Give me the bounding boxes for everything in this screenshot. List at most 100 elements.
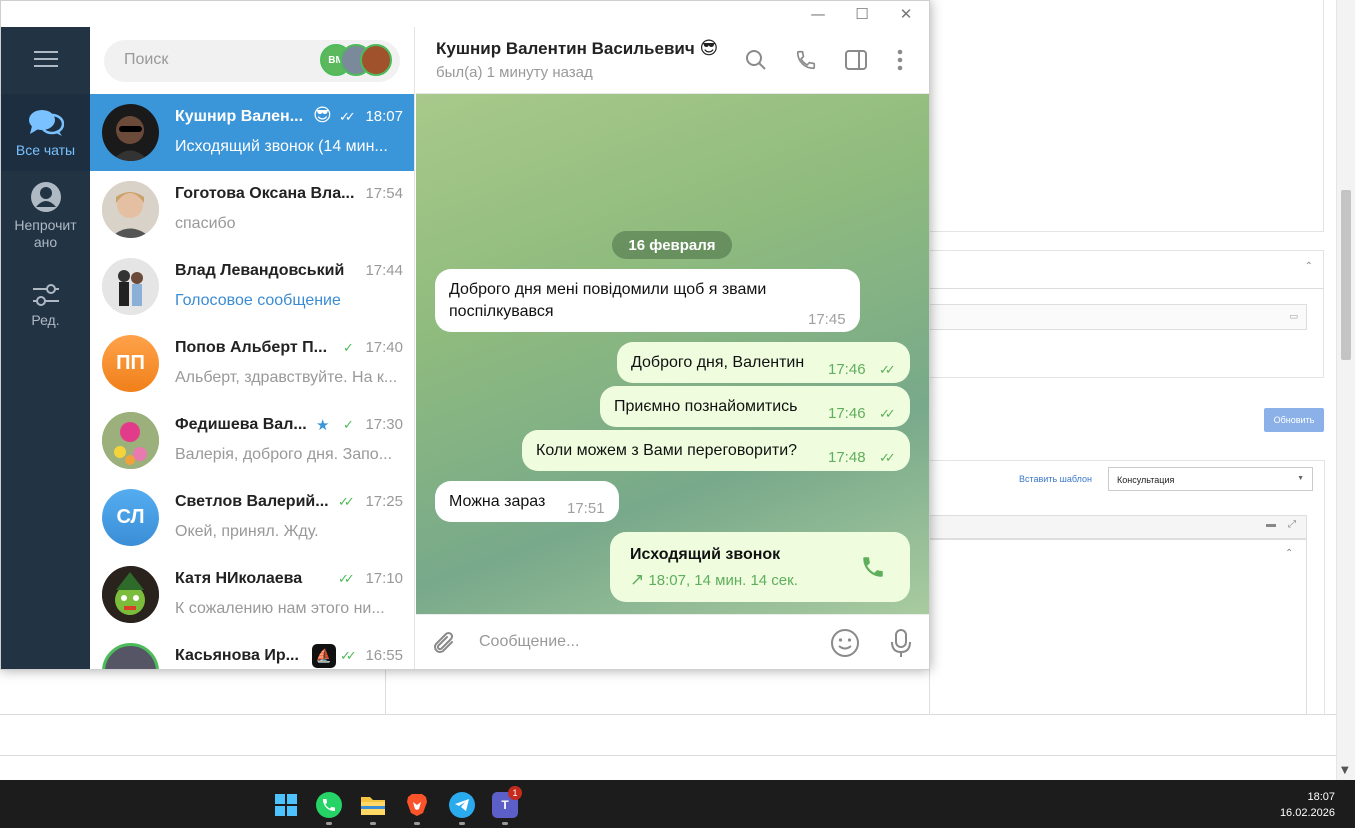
chat-preview: спасибо: [175, 215, 236, 232]
chat-item[interactable]: Гоготова Оксана Вла... 17:54 спасибо: [90, 171, 414, 248]
minimize-button[interactable]: —: [796, 2, 840, 26]
sidebar-toggle-button[interactable]: [843, 47, 869, 73]
call-message[interactable]: Исходящий звонок ↗ 18:07, 14 мин. 14 сек…: [610, 532, 910, 602]
message-time: 17:46: [828, 361, 866, 378]
system-clock[interactable]: 18:07 16.02.2026: [1280, 789, 1335, 821]
message-bubble-outgoing[interactable]: Доброго дня, Валентин 17:46 ✓✓: [617, 342, 910, 383]
search-button[interactable]: [743, 47, 769, 73]
folder-edit[interactable]: Ред.: [1, 282, 90, 342]
message-time: 17:46: [828, 405, 866, 422]
chat-header[interactable]: Кушнир Валентин Васильевич 😎 был(а) 1 ми…: [416, 27, 929, 94]
message-area[interactable]: 16 февраля Доброго дня мені повідомили щ…: [416, 94, 929, 614]
double-check-icon: ✓✓: [879, 451, 896, 466]
collapse-icon[interactable]: ⌃: [1285, 548, 1293, 559]
keyboard-icon[interactable]: ▬: [1266, 519, 1276, 530]
story-avatar[interactable]: [360, 44, 392, 76]
chat-item[interactable]: ПП Попов Альберт П... ✓ 17:40 Альберт, з…: [90, 325, 414, 402]
search-input[interactable]: Поиск ВМ: [104, 40, 400, 82]
smiley-icon: [831, 629, 859, 657]
taskbar: T 18:07 16.02.2026: [0, 780, 1355, 828]
chat-preview: Голосовое сообщение: [175, 292, 341, 309]
message-input[interactable]: Сообщение...: [479, 633, 579, 651]
template-select-value: Консультация: [1117, 475, 1175, 485]
stories-strip[interactable]: ВМ: [320, 44, 394, 78]
sliders-icon: [32, 284, 59, 306]
chat-title: Кушнир Валентин Васильевич 😎: [436, 38, 718, 59]
search-icon: [746, 50, 766, 70]
message-bubble-outgoing[interactable]: Коли можем з Вами переговорити? 17:48 ✓✓: [522, 430, 910, 471]
phone-icon: [863, 557, 883, 577]
avatar: [102, 643, 159, 669]
template-select[interactable]: Консультация ▼: [1108, 467, 1313, 491]
chat-preview: Валерія, доброго дня. Запо...: [175, 446, 393, 463]
call-detail: ↗ 18:07, 14 мин. 14 сек.: [630, 569, 798, 592]
brave-icon[interactable]: [404, 792, 430, 818]
page-scrollbar[interactable]: ▼: [1336, 0, 1355, 780]
maximize-button[interactable]: ☐: [840, 2, 884, 26]
chat-item[interactable]: Федишева Вал... ★ ✓ 17:30 Валерія, добро…: [90, 402, 414, 479]
close-button[interactable]: ✕: [884, 2, 928, 26]
sailboat-badge-icon: ⛵: [312, 644, 336, 668]
message-composer: Сообщение...: [416, 614, 929, 669]
whatsapp-icon[interactable]: [316, 792, 342, 818]
chat-status: был(а) 1 минуту назад: [436, 64, 593, 81]
insert-template-link[interactable]: Вставить шаблон: [1019, 474, 1092, 484]
check-icon: ✓: [343, 341, 354, 356]
message-text: Доброго дня мені повідомили щоб я звами …: [449, 281, 767, 320]
chat-item[interactable]: Касьянова Ир... ⛵ ✓✓ 16:55: [90, 633, 414, 669]
folder-label: Непрочит ано: [14, 217, 77, 250]
attach-button[interactable]: [432, 630, 458, 663]
scroll-down-icon[interactable]: ▼: [1341, 765, 1349, 776]
double-check-icon: ✓✓: [338, 495, 355, 510]
chat-name: Гоготова Оксана Вла...: [175, 185, 355, 202]
chat-name: Светлов Валерий...: [175, 493, 329, 510]
chat-item[interactable]: Кушнир Вален... 😎 ✓✓ 18:07 Исходящий зво…: [90, 94, 414, 171]
chat-preview: Альберт, здравствуйте. На к...: [175, 369, 398, 386]
more-vertical-icon: [897, 49, 903, 71]
menu-button[interactable]: [1, 27, 90, 94]
avatar: ПП: [102, 335, 159, 392]
folder-unread[interactable]: Непрочит ано: [1, 181, 90, 261]
message-bubble-incoming[interactable]: Доброго дня мені повідомили щоб я звами …: [435, 269, 860, 332]
chat-item[interactable]: Влад Левандовський 17:44 Голосовое сообщ…: [90, 248, 414, 325]
chat-list: Поиск ВМ Кушнир Вален... 😎 ✓✓ 18:07 Исхо…: [90, 27, 415, 669]
message-bubble-outgoing[interactable]: Приємно познайомитись 17:46 ✓✓: [600, 386, 910, 427]
avatar: СЛ: [102, 489, 159, 546]
call-back-button[interactable]: [860, 554, 886, 587]
teams-notification-badge: 1: [508, 786, 522, 800]
chat-time: 16:55: [365, 647, 403, 664]
double-check-icon: ✓✓: [339, 110, 356, 125]
chat-item[interactable]: Катя НИколаева ✓✓ 17:10 К сожалению нам …: [90, 556, 414, 633]
scrollbar-thumb[interactable]: [1341, 190, 1351, 360]
folder-all-chats[interactable]: Все чаты: [1, 94, 90, 171]
double-check-icon: ✓✓: [879, 407, 896, 422]
clock-time: 18:07: [1307, 791, 1335, 803]
emoji-button[interactable]: [830, 628, 860, 663]
folder-label: Все чаты: [15, 142, 76, 158]
message-time: 17:45: [808, 311, 846, 328]
paperclip-icon: [434, 631, 454, 653]
message-bubble-incoming[interactable]: Можна зараз 17:51: [435, 481, 619, 522]
windows-start-icon[interactable]: [273, 792, 299, 818]
outgoing-arrow-icon: ↗: [630, 570, 645, 589]
user-circle-icon: [30, 182, 61, 212]
sunglasses-emoji-icon: 😎: [313, 105, 332, 125]
folders-rail: Все чаты Непрочит ано Ред.: [1, 27, 90, 669]
chat-time: 17:30: [365, 416, 403, 433]
fullscreen-icon[interactable]: ⤢: [1288, 519, 1296, 530]
voice-button[interactable]: [890, 628, 912, 663]
call-button[interactable]: [793, 47, 819, 73]
date-separator: 16 февраля: [612, 231, 732, 259]
double-check-icon: ✓✓: [879, 363, 896, 378]
chat-time: 17:44: [365, 262, 403, 279]
message-time: 17:51: [567, 500, 605, 517]
file-explorer-icon[interactable]: [360, 792, 386, 818]
refresh-button[interactable]: Обновить: [1264, 408, 1324, 432]
chat-item[interactable]: СЛ Светлов Валерий... ✓✓ 17:25 Окей, при…: [90, 479, 414, 556]
more-button[interactable]: [887, 47, 913, 73]
sunglasses-emoji-icon: 😎: [699, 38, 719, 58]
clock-date: 16.02.2026: [1279, 807, 1335, 819]
message-text: Можна зараз: [449, 493, 546, 510]
telegram-icon[interactable]: [449, 792, 475, 818]
bg-date-field[interactable]: ▭: [929, 304, 1307, 330]
